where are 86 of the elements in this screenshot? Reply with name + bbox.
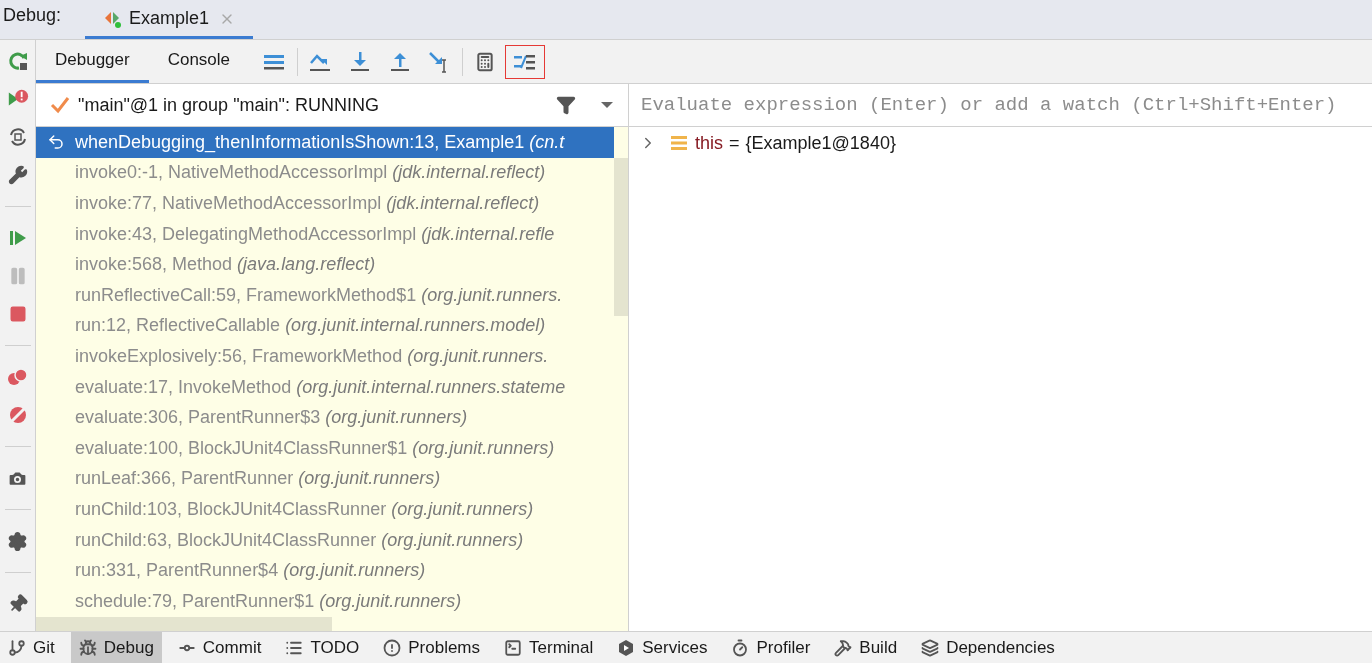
thread-status[interactable]: "main"@1 in group "main": RUNNING bbox=[78, 91, 548, 119]
frame-package: (jdk.internal.reflect) bbox=[392, 161, 546, 185]
frame-package: (org.junit.internal.runners.stateme bbox=[296, 375, 566, 399]
frame-package: (org.junit.runners. bbox=[421, 283, 563, 307]
frame-package: (org.junit.runners) bbox=[391, 497, 534, 521]
trace-icon[interactable] bbox=[505, 44, 546, 79]
tool-window-button[interactable]: TODO bbox=[277, 632, 368, 663]
frame-method: whenDebugging_thenInformationIsShown:13, Example1 bbox=[75, 130, 525, 155]
tool-window-button[interactable]: Dependencies bbox=[913, 632, 1063, 663]
frame-package: (org.junit.runners) bbox=[319, 589, 462, 613]
stack-frame[interactable]: schedule:79, ParentRunner$1 (org.junit.runners) bbox=[36, 585, 614, 617]
debug-label: Debug: bbox=[2, 4, 63, 27]
stack-frame[interactable]: whenDebugging_thenInformationIsShown:13, Example1 (cn.t bbox=[36, 127, 614, 158]
frame-method: run:12, ReflectiveCallable bbox=[75, 314, 281, 338]
stack-frame[interactable]: run:12, ReflectiveCallable (org.junit.internal.runners.model) bbox=[36, 310, 614, 342]
frame-package: (org.junit.runners) bbox=[325, 406, 468, 430]
variable-value: {Example1@1840} bbox=[745, 131, 896, 155]
frame-package: (org.junit.runners) bbox=[412, 436, 555, 460]
stack-frame[interactable]: invoke0:-1, NativeMethodAccessorImpl (jdk.internal.reflect) bbox=[36, 157, 614, 189]
tool-window-button[interactable]: Services bbox=[609, 632, 716, 663]
services-icon bbox=[617, 638, 636, 657]
variable-operator: = bbox=[729, 131, 740, 155]
wrench-icon[interactable] bbox=[6, 164, 29, 186]
bug-icon bbox=[78, 638, 97, 657]
frame-method: invokeExplosively:56, FrameworkMethod bbox=[75, 344, 403, 368]
rerun-icon[interactable] bbox=[6, 50, 29, 72]
stack-frame[interactable]: invoke:77, NativeMethodAccessorImpl (jdk.internal.reflect) bbox=[36, 188, 614, 219]
frame-package: (org.junit.runners) bbox=[381, 528, 524, 552]
frame-method: runChild:103, BlockJUnit4ClassRunner bbox=[75, 497, 387, 521]
frame-method: evaluate:17, InvokeMethod bbox=[75, 375, 292, 399]
settings-icon[interactable] bbox=[6, 530, 29, 552]
stack-frame[interactable]: run:331, ParentRunner$4 (org.junit.runners) bbox=[36, 555, 614, 586]
branch-icon bbox=[8, 638, 26, 657]
frame-method: invoke:568, Method bbox=[75, 253, 233, 277]
stack-frame[interactable]: runChild:63, BlockJUnit4ClassRunner (org.junit.runners) bbox=[36, 524, 614, 556]
vertical-scrollbar[interactable] bbox=[614, 158, 628, 316]
stack-frame[interactable]: runReflectiveCall:59, FrameworkMethod$1 (org.junit.runners. bbox=[36, 279, 614, 311]
session-tab-label: Example1 bbox=[129, 7, 210, 30]
frame-method: evaluate:100, BlockJUnit4ClassRunner$1 bbox=[75, 436, 408, 460]
alert-icon bbox=[383, 638, 402, 657]
debugger-tab[interactable]: Console bbox=[148, 40, 250, 83]
stack-frame[interactable]: invokeExplosively:56, FrameworkMethod (org.junit.runners. bbox=[36, 341, 614, 372]
hammer-icon bbox=[834, 638, 853, 657]
tool-window-button[interactable]: Problems bbox=[375, 632, 489, 663]
frame-package: (org.junit.internal.runners.model) bbox=[285, 314, 546, 338]
stack-frame[interactable]: invoke:43, DelegatingMethodAccessorImpl (jdk.internal.refle bbox=[36, 218, 614, 250]
stack-frame[interactable]: evaluate:306, ParentRunner$3 (org.junit.runners) bbox=[36, 402, 614, 433]
check-icon bbox=[50, 96, 70, 114]
stack-frame[interactable]: evaluate:100, BlockJUnit4ClassRunner$1 (org.junit.runners) bbox=[36, 432, 614, 464]
frame-method: schedule:79, ParentRunner$1 bbox=[75, 589, 315, 613]
frame-package: (org.junit.runners. bbox=[407, 344, 549, 368]
stack-frame[interactable]: runLeaf:366, ParentRunner (org.junit.runners) bbox=[36, 463, 614, 495]
frame-method: evaluate:306, ParentRunner$3 bbox=[75, 406, 321, 430]
stack-frame[interactable]: runChild:103, BlockJUnit4ClassRunner (org.junit.runners) bbox=[36, 494, 614, 525]
stack-frame[interactable]: evaluate:17, InvokeMethod (org.junit.internal.runners.stateme bbox=[36, 371, 614, 403]
frame-package: (org.junit.runners) bbox=[283, 559, 426, 583]
tool-window-button[interactable]: Profiler bbox=[723, 632, 819, 663]
filter-icon[interactable] bbox=[556, 95, 576, 115]
dropdown-icon[interactable] bbox=[600, 100, 614, 110]
frame-package: (cn.t bbox=[529, 130, 565, 154]
tool-window-button[interactable]: Commit bbox=[169, 632, 270, 663]
frame-method: invoke:77, NativeMethodAccessorImpl bbox=[75, 192, 382, 215]
frame-package: (java.lang.reflect) bbox=[237, 253, 376, 277]
frame-method: run:331, ParentRunner$4 bbox=[75, 559, 279, 583]
timer-icon bbox=[731, 638, 750, 657]
return-icon bbox=[46, 133, 65, 152]
tool-window-button[interactable]: Build bbox=[826, 632, 906, 663]
stack-frame[interactable]: invoke:568, Method (java.lang.reflect) bbox=[36, 249, 614, 280]
watch-input[interactable]: Evaluate expression (Enter) or add a watch (Ctrl+Shift+Enter) bbox=[629, 84, 1372, 127]
field-icon bbox=[671, 134, 689, 152]
frame-method: runReflectiveCall:59, FrameworkMethod$1 bbox=[75, 283, 417, 307]
tool-window-button[interactable]: Git bbox=[0, 632, 63, 663]
frame-method: runChild:63, BlockJUnit4ClassRunner bbox=[75, 528, 377, 552]
frame-method: runLeaf:366, ParentRunner bbox=[75, 467, 294, 491]
variable-name: this bbox=[695, 131, 723, 155]
horizontal-scrollbar[interactable] bbox=[36, 617, 332, 631]
frame-package: (jdk.internal.reflect) bbox=[386, 192, 540, 215]
terminal-icon bbox=[504, 638, 523, 657]
breakpoints-icon[interactable] bbox=[6, 366, 29, 388]
frame-method: invoke0:-1, NativeMethodAccessorImpl bbox=[75, 161, 388, 185]
frame-package: (org.junit.runners) bbox=[298, 467, 441, 491]
tool-window-button[interactable]: Debug bbox=[70, 632, 162, 663]
frame-method: invoke:43, DelegatingMethodAccessorImpl bbox=[75, 222, 417, 246]
tool-window-button[interactable]: Terminal bbox=[496, 632, 602, 663]
layers-icon bbox=[921, 638, 940, 657]
frame-package: (jdk.internal.refle bbox=[421, 222, 555, 246]
